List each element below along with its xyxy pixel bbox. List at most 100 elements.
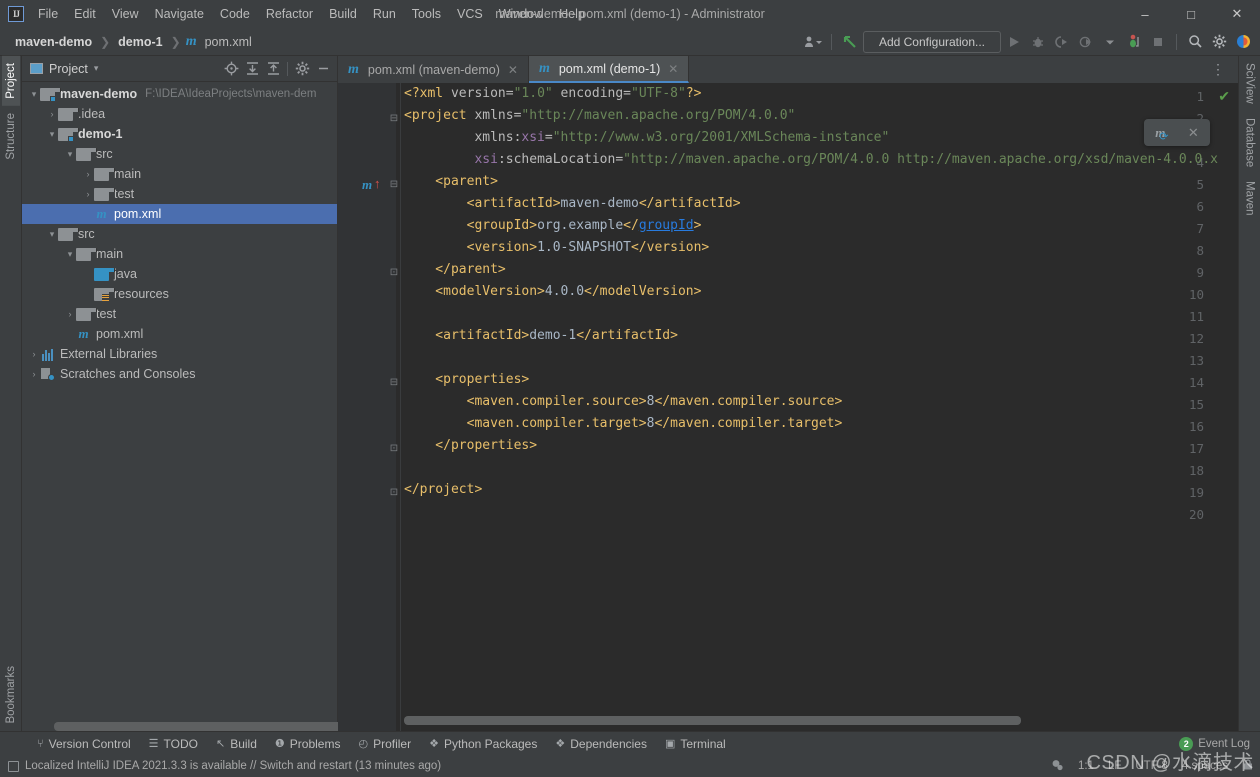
chevron-down-icon[interactable]: ▾ — [46, 229, 58, 240]
chevron-right-icon[interactable]: › — [82, 169, 94, 179]
stripe-button-project[interactable]: Project — [1, 56, 20, 106]
tree-node-demo-1[interactable]: ▾ demo-1 — [22, 124, 337, 144]
debug-icon[interactable] — [1027, 31, 1049, 53]
close-icon[interactable]: ✕ — [668, 62, 678, 76]
ide-assistant-icon[interactable] — [1232, 31, 1254, 53]
status-message[interactable]: Localized IntelliJ IDEA 2021.3.3 is avai… — [25, 760, 441, 772]
indent-setting[interactable]: 4 spaces — [1182, 760, 1228, 772]
stripe-button-sciview[interactable]: SciView — [1241, 56, 1259, 111]
project-tree-hscrollbar[interactable] — [22, 722, 344, 731]
chevron-right-icon[interactable]: › — [46, 109, 58, 119]
chevron-down-icon[interactable] — [1099, 31, 1121, 53]
maximize-button[interactable]: □ — [1168, 0, 1214, 28]
code-fold-icon[interactable]: ⊟ — [388, 174, 400, 196]
breadcrumb-item-module[interactable]: demo-1 — [115, 33, 165, 51]
expand-all-icon[interactable] — [242, 59, 262, 79]
bottom-tab-build[interactable]: ↖ Build — [207, 734, 266, 754]
menu-build[interactable]: Build — [321, 3, 365, 25]
maven-reload-icon[interactable]: m — [1155, 125, 1168, 143]
bottom-tab-version-control[interactable]: ⑂ Version Control — [28, 734, 140, 754]
run-icon[interactable] — [1003, 31, 1025, 53]
bottom-tab-terminal[interactable]: ▣ Terminal — [656, 734, 735, 754]
run-configuration-selector[interactable]: Add Configuration... — [863, 30, 1001, 53]
project-tree[interactable]: ▾ maven-demo F:\IDEA\IdeaProjects\maven-de… — [22, 82, 337, 722]
close-icon[interactable]: ✕ — [508, 63, 518, 77]
tree-node-idea[interactable]: › .idea — [22, 104, 337, 124]
scrollbar-thumb[interactable] — [404, 716, 1022, 725]
profile-icon[interactable] — [1075, 31, 1097, 53]
tree-node-main[interactable]: › main — [22, 164, 337, 184]
line-separator[interactable]: LF — [1108, 760, 1121, 772]
menu-help[interactable]: Help — [551, 3, 593, 25]
editor-viewport[interactable]: 12⊟345⊟6789⊡1011121314⊟151617⊡1819⊡20m↑ … — [338, 83, 1238, 731]
tree-node-main[interactable]: ▾ main — [22, 244, 337, 264]
close-button[interactable]: ✕ — [1214, 0, 1260, 28]
close-icon[interactable]: ✕ — [1188, 125, 1199, 141]
user-dropdown-icon[interactable] — [802, 31, 824, 53]
bottom-tab-profiler[interactable]: ◴ Profiler — [349, 734, 420, 754]
menu-code[interactable]: Code — [212, 3, 258, 25]
bottom-tab-python-packages[interactable]: ❖ Python Packages — [420, 734, 546, 754]
stripe-button-database[interactable]: Database — [1241, 111, 1259, 174]
tree-node-pom-xml[interactable]: ›mpom.xml — [22, 204, 337, 224]
bottom-tab-dependencies[interactable]: ❖ Dependencies — [546, 734, 656, 754]
tree-node-test[interactable]: › test — [22, 304, 337, 324]
editor-tab-pom-demo-1[interactable]: m pom.xml (demo-1) ✕ — [528, 56, 690, 83]
chevron-down-icon[interactable]: ▾ — [46, 129, 58, 140]
stripe-button-bookmarks[interactable]: Bookmarks — [2, 659, 20, 731]
breadcrumb-item-project[interactable]: maven-demo — [12, 33, 95, 51]
tree-node-test[interactable]: › test — [22, 184, 337, 204]
event-log-button[interactable]: 2 Event Log — [1179, 737, 1250, 751]
menu-tools[interactable]: Tools — [404, 3, 449, 25]
tree-node-pom-xml[interactable]: ›mpom.xml — [22, 324, 337, 344]
code-fold-icon[interactable]: ⊟ — [388, 108, 400, 130]
chevron-right-icon[interactable]: › — [64, 309, 76, 319]
more-options-icon[interactable]: ⋮ — [1205, 61, 1232, 78]
chevron-right-icon[interactable]: › — [28, 349, 40, 359]
code-content[interactable]: <?xml version="1.0" encoding="UTF-8"?> <p… — [404, 83, 1238, 731]
bottom-tab-todo[interactable]: ☰ TODO — [140, 734, 207, 754]
tree-node-scratches-and-consoles[interactable]: › Scratches and Consoles — [22, 364, 337, 384]
maven-reload-popup[interactable]: m ✕ — [1144, 119, 1210, 146]
menu-refactor[interactable]: Refactor — [258, 3, 321, 25]
editor-tab-pom-maven-demo[interactable]: m pom.xml (maven-demo) ✕ — [338, 56, 529, 83]
chevron-right-icon[interactable]: › — [28, 369, 40, 379]
minimize-button[interactable]: – — [1122, 0, 1168, 28]
tree-node-external-libraries[interactable]: › External Libraries — [22, 344, 337, 364]
options-gear-icon[interactable] — [292, 59, 312, 79]
maven-parent-marker-icon[interactable]: m — [362, 174, 372, 196]
lock-icon[interactable] — [1242, 758, 1254, 774]
bottom-tab-problems[interactable]: ❶ Problems — [266, 734, 350, 754]
chevron-down-icon[interactable]: ▾ — [64, 149, 76, 160]
stripe-button-maven[interactable]: Maven — [1241, 174, 1259, 223]
search-everywhere-icon[interactable] — [1184, 31, 1206, 53]
tree-node-java[interactable]: ›java — [22, 264, 337, 284]
settings-gear-icon[interactable] — [1208, 31, 1230, 53]
chevron-down-icon[interactable]: ▾ — [64, 249, 76, 260]
tree-node-resources[interactable]: ›resources — [22, 284, 337, 304]
tree-node-maven-demo[interactable]: ▾ maven-demo F:\IDEA\IdeaProjects\maven-de… — [22, 84, 337, 104]
caret-position[interactable]: 1:1 — [1078, 760, 1094, 772]
collapse-all-icon[interactable] — [263, 59, 283, 79]
tree-node-src[interactable]: ▾ src — [22, 224, 337, 244]
inspection-status-icon[interactable]: ✔ — [1218, 88, 1230, 105]
status-message-area[interactable]: Localized IntelliJ IDEA 2021.3.3 is avai… — [8, 760, 441, 772]
parent-navigation-arrow-icon[interactable]: ↑ — [374, 175, 382, 193]
code-fold-icon[interactable]: ⊟ — [388, 372, 400, 394]
chevron-right-icon[interactable]: › — [82, 189, 94, 199]
memory-indicator-icon[interactable] — [1050, 758, 1064, 775]
hide-panel-icon[interactable] — [313, 59, 333, 79]
update-project-icon[interactable] — [839, 31, 861, 53]
menu-window[interactable]: Window — [491, 3, 551, 25]
menu-vcs[interactable]: VCS — [449, 3, 491, 25]
code-fold-icon[interactable]: ⊡ — [388, 262, 400, 284]
code-fold-icon[interactable]: ⊡ — [388, 482, 400, 504]
tree-node-src[interactable]: ▾ src — [22, 144, 337, 164]
code-fold-icon[interactable]: ⊡ — [388, 438, 400, 460]
menu-edit[interactable]: Edit — [66, 3, 104, 25]
select-opened-file-icon[interactable] — [221, 59, 241, 79]
breadcrumb-item-file[interactable]: pom.xml — [202, 33, 255, 51]
menu-run[interactable]: Run — [365, 3, 404, 25]
menu-file[interactable]: File — [30, 3, 66, 25]
menu-view[interactable]: View — [104, 3, 147, 25]
